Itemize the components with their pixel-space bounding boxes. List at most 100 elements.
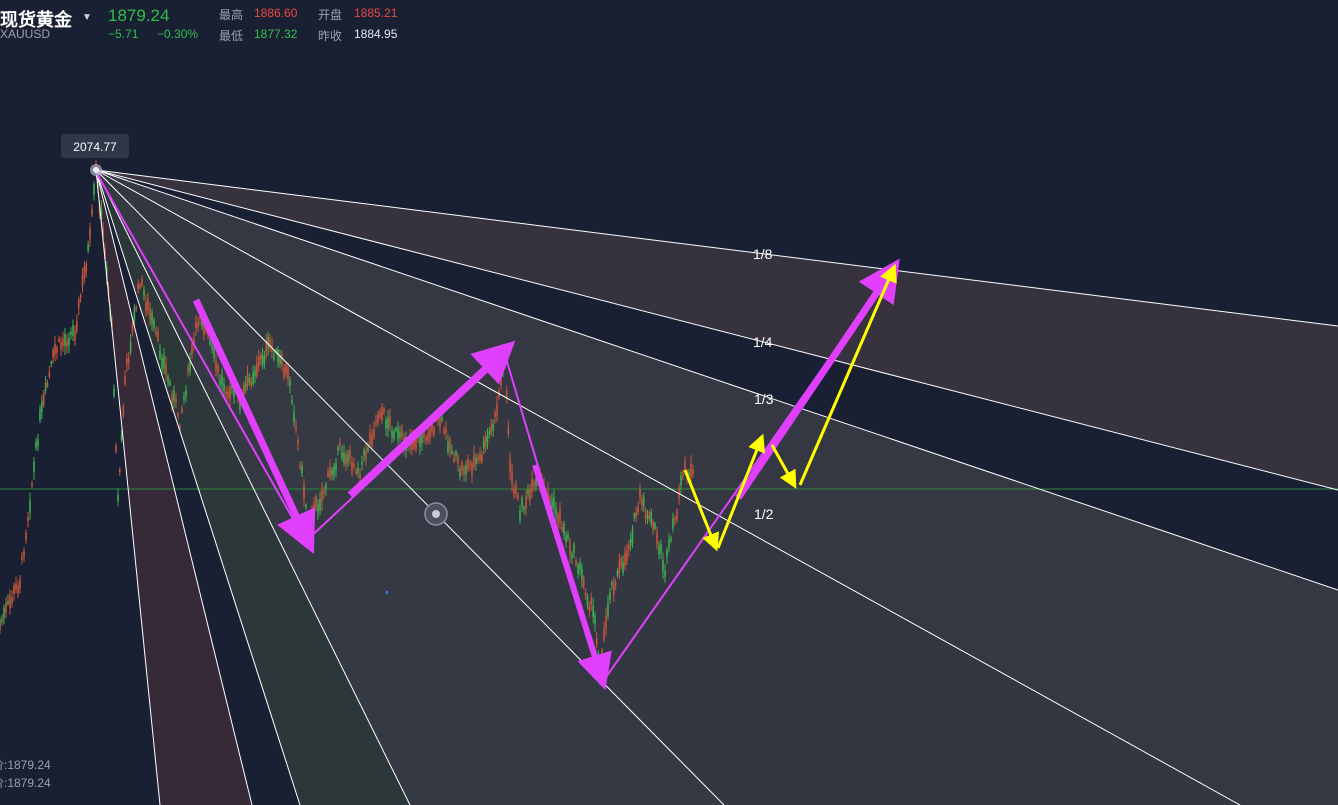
candle-body (371, 434, 373, 446)
candle-body (557, 514, 559, 525)
bottom-price-readout-1: 价:1879.24 (0, 758, 51, 772)
candle-body (13, 585, 15, 595)
candle-body (133, 308, 136, 322)
candle-body (313, 503, 315, 509)
candle-body (315, 496, 317, 507)
candle-body (463, 467, 465, 475)
candle-body (642, 496, 645, 507)
candle-body (379, 411, 381, 418)
chevron-down-icon[interactable]: ▼ (82, 12, 92, 23)
candle-body (439, 416, 441, 427)
candle-body (652, 522, 654, 530)
candle-body (147, 299, 149, 311)
candle-body (120, 434, 123, 440)
candle-body (646, 515, 649, 520)
low-value: 1877.32 (254, 27, 298, 41)
candle-body (9, 595, 11, 609)
candle-body (115, 445, 117, 452)
candle-body (525, 496, 527, 509)
candle-body (469, 462, 471, 466)
candle-body (624, 553, 626, 566)
candle-body (567, 534, 569, 539)
candle-body (331, 469, 333, 475)
candle-body (399, 432, 401, 438)
candle-body (165, 363, 167, 375)
price-change: −5.71 (108, 27, 139, 41)
candle-body (377, 414, 379, 424)
candle-body (139, 284, 141, 289)
candle-body (72, 325, 74, 336)
candle-body (612, 583, 615, 596)
candle-body (327, 471, 329, 477)
candle-body (492, 424, 494, 431)
candle-body (217, 365, 219, 374)
candle-body (70, 331, 72, 335)
candle-body (122, 406, 125, 417)
candle-body (571, 553, 573, 559)
candle-body (91, 208, 93, 216)
candle-body (365, 450, 367, 460)
candle-body (363, 450, 365, 456)
candle-body (44, 382, 47, 392)
candle-body (565, 535, 567, 542)
candle-body (169, 381, 171, 386)
candle-body (129, 342, 132, 353)
candle-body (252, 372, 254, 384)
candle-body (586, 595, 589, 605)
candle-body (209, 340, 211, 345)
candle-body (618, 561, 621, 573)
candle-body (48, 371, 51, 377)
candle-body (183, 396, 185, 400)
candle-body (351, 462, 353, 474)
candle-body (579, 561, 581, 570)
candle-body (221, 375, 223, 385)
drag-handle-inner (432, 510, 440, 518)
candle-body (488, 430, 491, 436)
candle-body (507, 425, 510, 435)
candle-body (385, 419, 387, 429)
candle-body (688, 471, 690, 475)
candle-body (321, 488, 323, 502)
candle-body (77, 299, 80, 308)
open-label: 开盘 (318, 8, 343, 22)
candle-body (219, 379, 221, 385)
candle-body (161, 357, 163, 370)
candle-body (250, 381, 253, 386)
candle-body (592, 605, 594, 617)
candle-body (81, 275, 84, 287)
candle-body (500, 376, 502, 386)
candle-body (229, 386, 231, 399)
candle-body (223, 383, 225, 391)
candle-body (66, 339, 68, 347)
candle-body (389, 416, 391, 427)
candle-body (674, 517, 676, 522)
candle-body (347, 454, 349, 463)
candle-body (664, 570, 666, 577)
candle-body (7, 600, 9, 605)
candle-body (131, 322, 134, 332)
candle-body (319, 498, 321, 511)
candle-body (680, 475, 682, 486)
candle-body (227, 392, 229, 398)
candle-body (425, 436, 427, 441)
candle-body (494, 412, 496, 418)
candle-body (149, 308, 151, 321)
candle-body (135, 306, 138, 310)
price-change-pct: −0.30% (157, 27, 199, 41)
candle-body (481, 454, 483, 462)
candle-body (383, 408, 385, 414)
candle-body (549, 496, 551, 501)
candle-body (68, 337, 70, 347)
candle-body (577, 564, 579, 575)
candle-body (445, 428, 447, 433)
price-chart[interactable]: 1/8 1/4 1/3 1/2 2074.77 (0, 0, 1338, 805)
candle-body (633, 513, 636, 519)
candle-body (0, 620, 1, 630)
candle-body (490, 423, 493, 433)
candle-body (515, 485, 517, 494)
open-value: 1885.21 (354, 6, 398, 20)
candle-body (143, 289, 145, 296)
candle-body (588, 605, 591, 611)
candle-body (459, 469, 461, 477)
candle-body (15, 583, 17, 591)
